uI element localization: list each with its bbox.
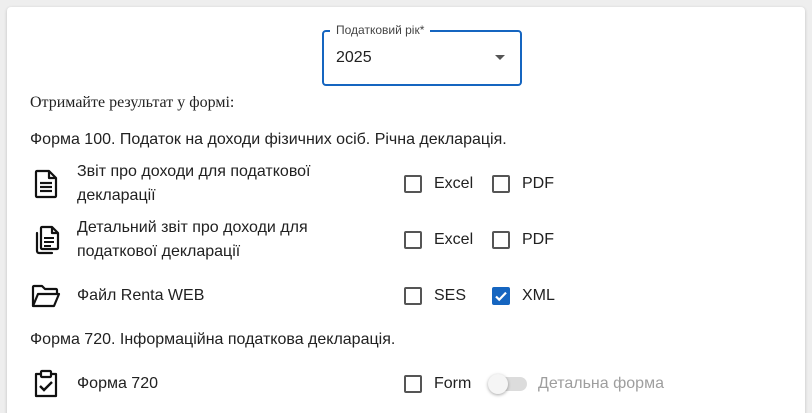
- report-income-label: Звіт про доходи для податкової деклараці…: [77, 163, 311, 204]
- detailed-excel-label: Excel: [434, 231, 474, 248]
- report-pdf-label: PDF: [522, 175, 554, 192]
- folder-open-icon: [30, 280, 62, 312]
- detailed-pdf-label: PDF: [522, 231, 554, 248]
- tax-year-label: Податковий рік*: [330, 22, 431, 38]
- intro-text: Отримайте результат у формі:: [30, 94, 235, 111]
- renta-web-label: Файл Renta WEB: [77, 287, 205, 304]
- renta-ses-checkbox[interactable]: [404, 287, 422, 305]
- detailed-pdf-checkbox[interactable]: [492, 231, 510, 249]
- document-icon: [30, 168, 62, 200]
- documents-copy-icon: [30, 224, 62, 256]
- clipboard-check-icon: [30, 368, 62, 400]
- tax-year-value[interactable]: 2025: [336, 48, 372, 68]
- report-excel-checkbox[interactable]: [404, 175, 422, 193]
- detailed-report-label: Детальний звіт про доходи для податкової…: [77, 219, 308, 260]
- form720-title: Форма 720. Інформаційна податкова деклар…: [30, 331, 396, 348]
- report-pdf-checkbox[interactable]: [492, 175, 510, 193]
- renta-xml-label: XML: [522, 287, 555, 304]
- detailed-form-label: Детальна форма: [538, 375, 664, 392]
- form100-title: Форма 100. Податок на доходи фізичних ос…: [30, 131, 507, 148]
- form720-label: Форма 720: [77, 375, 158, 392]
- report-excel-label: Excel: [434, 175, 474, 192]
- chevron-down-icon[interactable]: [495, 55, 505, 60]
- renta-xml-checkbox[interactable]: [492, 287, 510, 305]
- checkmark-icon: [495, 291, 507, 302]
- renta-ses-label: SES: [434, 287, 467, 304]
- form720-form-label: Form: [434, 375, 472, 392]
- form720-form-checkbox[interactable]: [404, 375, 422, 393]
- toggle-thumb[interactable]: [488, 374, 508, 394]
- detailed-excel-checkbox[interactable]: [404, 231, 422, 249]
